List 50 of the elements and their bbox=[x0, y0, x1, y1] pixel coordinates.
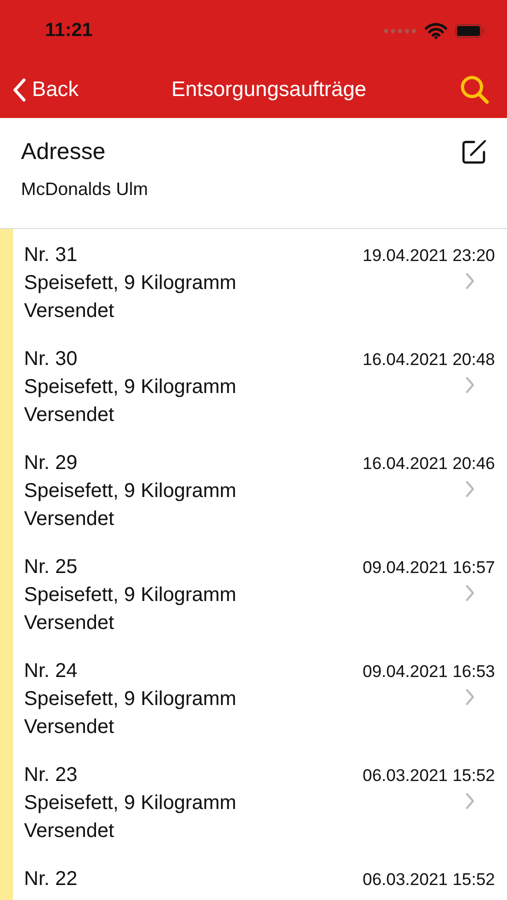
order-number: Nr. 29 bbox=[24, 451, 78, 476]
wifi-icon bbox=[425, 23, 447, 39]
order-row[interactable]: Nr. 30 Speisefett, 9 Kilogramm Versendet 16.04.2021 20:48 bbox=[0, 333, 507, 437]
order-status: Versendet bbox=[24, 403, 116, 428]
back-button[interactable]: Back bbox=[12, 78, 79, 102]
edit-button[interactable] bbox=[461, 138, 487, 164]
order-description: Speisefett, 9 Kilogramm bbox=[24, 791, 236, 816]
order-date: 09.04.2021 16:53 bbox=[362, 661, 495, 683]
order-row[interactable]: Nr. 22 06.03.2021 15:52 bbox=[0, 853, 507, 900]
chevron-right-icon bbox=[465, 376, 475, 394]
order-row[interactable]: Nr. 23 Speisefett, 9 Kilogramm Versendet 06.03.2021 15:52 bbox=[0, 749, 507, 853]
signal-icon bbox=[383, 28, 417, 34]
order-date: 16.04.2021 20:46 bbox=[362, 453, 495, 475]
order-number: Nr. 23 bbox=[24, 763, 78, 788]
order-description: Speisefett, 9 Kilogramm bbox=[24, 375, 236, 400]
order-date: 09.04.2021 16:57 bbox=[362, 557, 495, 579]
order-row[interactable]: Nr. 25 Speisefett, 9 Kilogramm Versendet 09.04.2021 16:57 bbox=[0, 541, 507, 645]
order-status: Versendet bbox=[24, 715, 116, 740]
order-number: Nr. 24 bbox=[24, 659, 78, 684]
order-number: Nr. 25 bbox=[24, 555, 78, 580]
order-description: Speisefett, 9 Kilogramm bbox=[24, 583, 236, 608]
chevron-right-icon bbox=[465, 272, 475, 290]
order-number: Nr. 22 bbox=[24, 867, 78, 892]
order-description: Speisefett, 9 Kilogramm bbox=[24, 687, 236, 712]
battery-icon bbox=[455, 24, 485, 38]
address-value: McDonalds Ulm bbox=[21, 179, 150, 200]
search-button[interactable] bbox=[459, 74, 491, 106]
order-status: Versendet bbox=[24, 611, 116, 636]
order-status: Versendet bbox=[24, 299, 116, 324]
chevron-right-icon bbox=[465, 792, 475, 810]
order-date: 16.04.2021 20:48 bbox=[362, 349, 495, 371]
chevron-right-icon bbox=[465, 688, 475, 706]
order-number: Nr. 31 bbox=[24, 243, 78, 268]
chevron-right-icon bbox=[465, 584, 475, 602]
status-time: 11:21 bbox=[45, 20, 93, 42]
chevron-right-icon bbox=[465, 480, 475, 498]
order-date: 06.03.2021 15:52 bbox=[362, 869, 495, 891]
order-description: Speisefett, 9 Kilogramm bbox=[24, 271, 236, 296]
order-description: Speisefett, 9 Kilogramm bbox=[24, 479, 236, 504]
screen-title: Entsorgungsaufträge bbox=[171, 78, 366, 102]
address-label: Adresse bbox=[21, 138, 106, 165]
order-row[interactable]: Nr. 24 Speisefett, 9 Kilogramm Versendet 09.04.2021 16:53 bbox=[0, 645, 507, 749]
order-status: Versendet bbox=[24, 819, 116, 844]
order-row[interactable]: Nr. 31 Speisefett, 9 Kilogramm Versendet 19.04.2021 23:20 bbox=[0, 229, 507, 333]
order-date: 19.04.2021 23:20 bbox=[362, 245, 495, 267]
order-number: Nr. 30 bbox=[24, 347, 78, 372]
chevron-left-icon bbox=[12, 78, 26, 102]
order-date: 06.03.2021 15:52 bbox=[362, 765, 495, 787]
order-row[interactable]: Nr. 29 Speisefett, 9 Kilogramm Versendet 16.04.2021 20:46 bbox=[0, 437, 507, 541]
order-status: Versendet bbox=[24, 507, 116, 532]
